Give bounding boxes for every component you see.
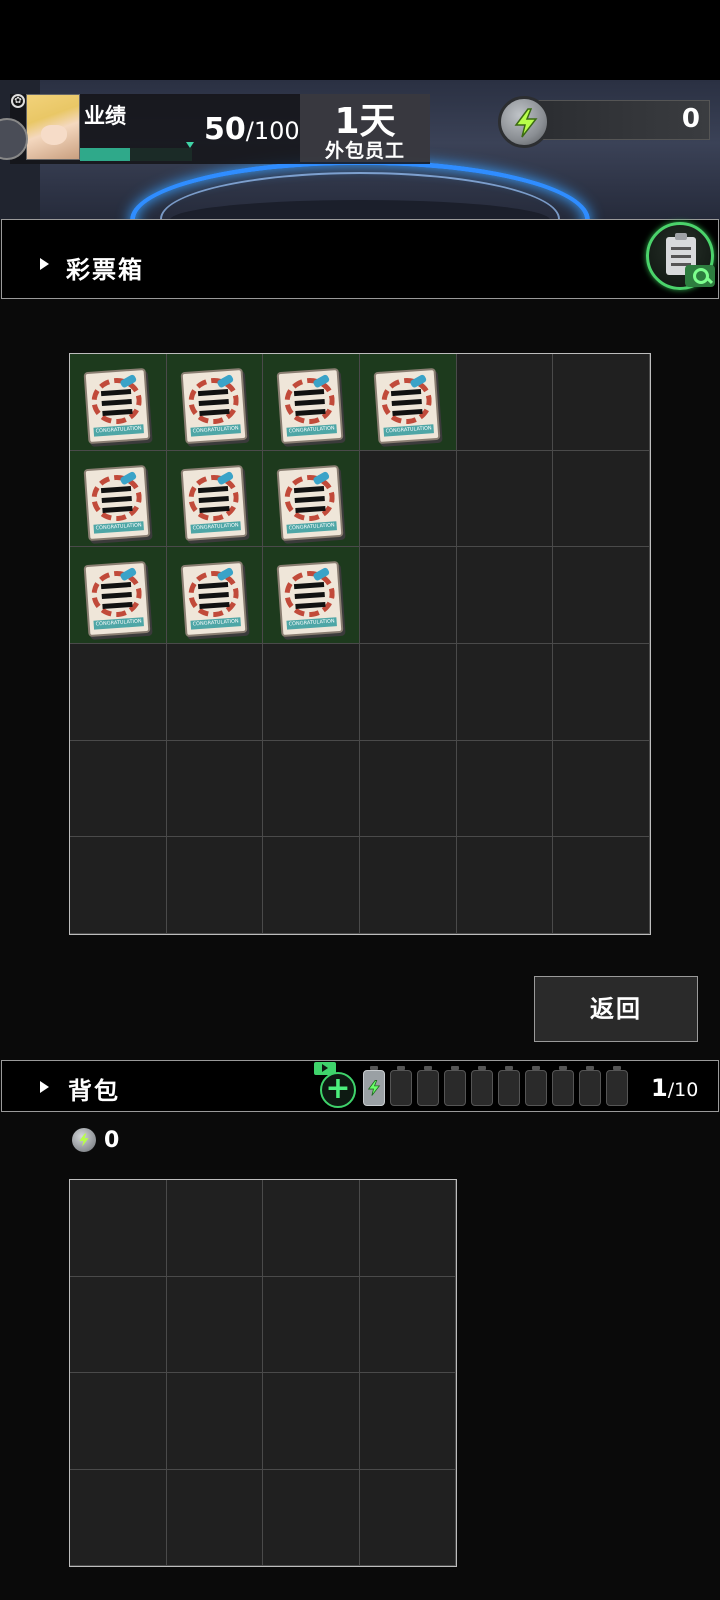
backpack-slot bbox=[166, 1276, 263, 1373]
lottery-slot bbox=[359, 740, 457, 838]
battery-empty-icon bbox=[606, 1066, 628, 1106]
battery-empty-icon bbox=[417, 1066, 439, 1106]
add-slot-button[interactable]: + bbox=[320, 1072, 356, 1108]
performance-progress-fill bbox=[80, 148, 131, 161]
lottery-slot[interactable]: CONGRATULATION bbox=[359, 354, 457, 451]
battery-empty-icon bbox=[444, 1066, 466, 1106]
battery-empty-icon bbox=[471, 1066, 493, 1106]
battery-empty-icon bbox=[552, 1066, 574, 1106]
lottery-slot bbox=[359, 547, 457, 644]
lottery-slot bbox=[456, 450, 554, 548]
lottery-ticket-icon[interactable]: CONGRATULATION bbox=[180, 561, 248, 638]
backpack-slot bbox=[70, 1276, 167, 1373]
lottery-slot bbox=[553, 547, 650, 644]
performance-progress-bar bbox=[80, 148, 192, 161]
backpack-slot bbox=[359, 1180, 456, 1277]
backpack-count: 1/10 bbox=[651, 1074, 699, 1102]
lottery-box-header[interactable]: 彩票箱 bbox=[1, 219, 719, 299]
lottery-slot[interactable]: CONGRATULATION bbox=[166, 354, 264, 451]
lottery-slot bbox=[359, 643, 457, 741]
lottery-ticket-icon[interactable]: CONGRATULATION bbox=[276, 367, 344, 445]
expand-arrow-icon bbox=[40, 258, 49, 270]
backpack-slot bbox=[359, 1373, 456, 1470]
energy-coin-icon bbox=[498, 96, 550, 148]
energy-value: 0 bbox=[681, 104, 700, 134]
status-bar bbox=[0, 0, 720, 80]
expand-arrow-icon bbox=[40, 1081, 49, 1093]
lottery-slot bbox=[70, 643, 167, 741]
lottery-ticket-icon[interactable]: CONGRATULATION bbox=[83, 561, 151, 638]
lottery-slot[interactable]: CONGRATULATION bbox=[166, 547, 264, 644]
battery-empty-icon bbox=[525, 1066, 547, 1106]
lottery-slot bbox=[166, 837, 264, 934]
backpack-slot bbox=[359, 1469, 456, 1566]
backpack-slot bbox=[263, 1180, 360, 1277]
lottery-slot bbox=[70, 837, 167, 934]
performance-score: 50/100 bbox=[204, 112, 300, 147]
progress-marker-icon bbox=[186, 142, 194, 148]
backpack-title: 背包 bbox=[68, 1077, 120, 1105]
lottery-ticket-icon[interactable]: CONGRATULATION bbox=[83, 464, 151, 541]
lottery-slot[interactable]: CONGRATULATION bbox=[263, 450, 360, 548]
lottery-slot[interactable]: CONGRATULATION bbox=[166, 450, 264, 548]
lottery-slot bbox=[456, 547, 554, 644]
lottery-slot bbox=[456, 643, 554, 741]
lottery-slot bbox=[359, 837, 457, 934]
backpack-slot bbox=[263, 1373, 360, 1470]
lottery-slot bbox=[166, 740, 264, 838]
lottery-ticket-icon[interactable]: CONGRATULATION bbox=[373, 367, 441, 445]
backpack-slot bbox=[166, 1373, 263, 1470]
return-button[interactable]: 返回 bbox=[534, 976, 698, 1042]
coin-value: 0 bbox=[104, 1128, 120, 1153]
lottery-box-title: 彩票箱 bbox=[66, 256, 144, 284]
lottery-slot bbox=[70, 740, 167, 838]
lottery-slot bbox=[456, 837, 554, 934]
lottery-ticket-icon[interactable]: CONGRATULATION bbox=[180, 464, 248, 541]
backpack-slot bbox=[263, 1469, 360, 1566]
lottery-slot bbox=[263, 837, 360, 934]
backpack-slot bbox=[70, 1373, 167, 1470]
lottery-slot bbox=[553, 837, 650, 934]
lottery-slot bbox=[553, 354, 650, 451]
lottery-slot[interactable]: CONGRATULATION bbox=[263, 547, 360, 644]
search-icon bbox=[685, 265, 715, 287]
lottery-slot bbox=[456, 354, 554, 451]
lottery-ticket-icon[interactable]: CONGRATULATION bbox=[276, 464, 344, 541]
backpack-slot bbox=[70, 1180, 167, 1277]
backpack-slot bbox=[359, 1276, 456, 1373]
lottery-slot bbox=[359, 450, 457, 548]
settings-gear-icon[interactable]: ✿ bbox=[11, 94, 25, 108]
lottery-slot bbox=[553, 450, 650, 548]
performance-label: 业绩 bbox=[84, 104, 126, 128]
lottery-slot bbox=[263, 740, 360, 838]
lottery-ticket-icon[interactable]: CONGRATULATION bbox=[276, 561, 344, 638]
lottery-slot bbox=[553, 740, 650, 838]
battery-full-icon bbox=[363, 1066, 385, 1106]
battery-empty-icon bbox=[579, 1066, 601, 1106]
backpack-slot bbox=[263, 1276, 360, 1373]
clipboard-search-button[interactable] bbox=[646, 222, 715, 290]
lottery-slot[interactable]: CONGRATULATION bbox=[70, 547, 167, 644]
lottery-slot bbox=[166, 643, 264, 741]
lottery-slot bbox=[456, 740, 554, 838]
lottery-slot bbox=[553, 643, 650, 741]
backpack-slot bbox=[166, 1469, 263, 1566]
game-screen: ✿ 业绩 50/100 1天 外包员工 0 彩票箱 CONGRATULATION… bbox=[0, 0, 720, 1600]
lottery-slot bbox=[263, 643, 360, 741]
battery-empty-icon bbox=[498, 1066, 520, 1106]
player-avatar[interactable] bbox=[26, 94, 80, 160]
lottery-slot[interactable]: CONGRATULATION bbox=[70, 450, 167, 548]
backpack-grid bbox=[69, 1179, 457, 1567]
lottery-slot[interactable]: CONGRATULATION bbox=[263, 354, 360, 451]
backpack-slot bbox=[70, 1469, 167, 1566]
lottery-ticket-icon[interactable]: CONGRATULATION bbox=[180, 367, 248, 445]
energy-coin-icon bbox=[72, 1128, 96, 1152]
lottery-ticket-icon[interactable]: CONGRATULATION bbox=[83, 367, 151, 445]
backpack-slot bbox=[166, 1180, 263, 1277]
battery-empty-icon bbox=[390, 1066, 412, 1106]
lottery-slot[interactable]: CONGRATULATION bbox=[70, 354, 167, 451]
lottery-grid: CONGRATULATION CONGRATULATION CONGRATULATI… bbox=[69, 353, 651, 935]
rank-label: 外包员工 bbox=[324, 140, 405, 162]
